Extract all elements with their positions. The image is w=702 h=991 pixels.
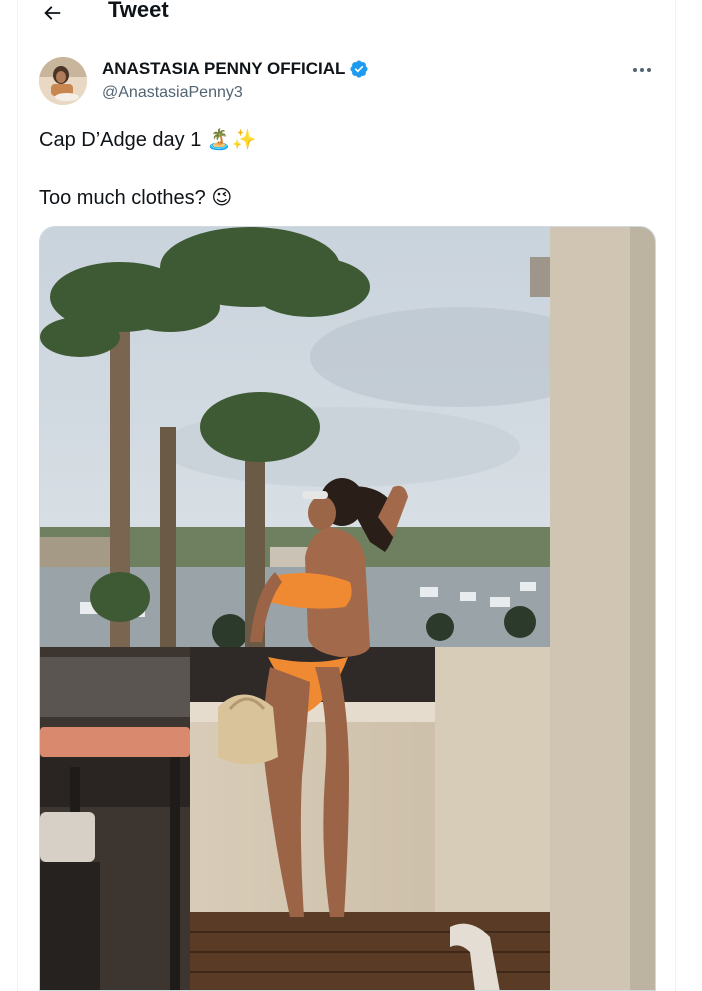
tweet-photo[interactable] [39,226,656,991]
arrow-left-icon [44,6,61,20]
author-name-row: ANASTASIA PENNY OFFICIAL [102,59,369,79]
back-button[interactable] [38,0,66,26]
page-title: Tweet [108,0,169,22]
verified-badge-icon[interactable] [349,59,369,79]
author-handle[interactable]: @AnastasiaPenny3 [102,84,243,102]
avatar[interactable] [39,57,87,105]
tweet-text-line-1: Cap D’Adge day 1 🏝️✨ [39,129,257,151]
tweet-header: Tweet [18,0,675,28]
tweet-text-line-2: Too much clothes? 😉 [39,187,233,209]
more-dots-icon [633,68,651,72]
tweet-column: Tweet ANASTASIA PENNY OFFICIAL @Anastasi… [17,0,676,991]
more-button[interactable] [629,58,655,82]
display-name[interactable]: ANASTASIA PENNY OFFICIAL [102,59,345,79]
